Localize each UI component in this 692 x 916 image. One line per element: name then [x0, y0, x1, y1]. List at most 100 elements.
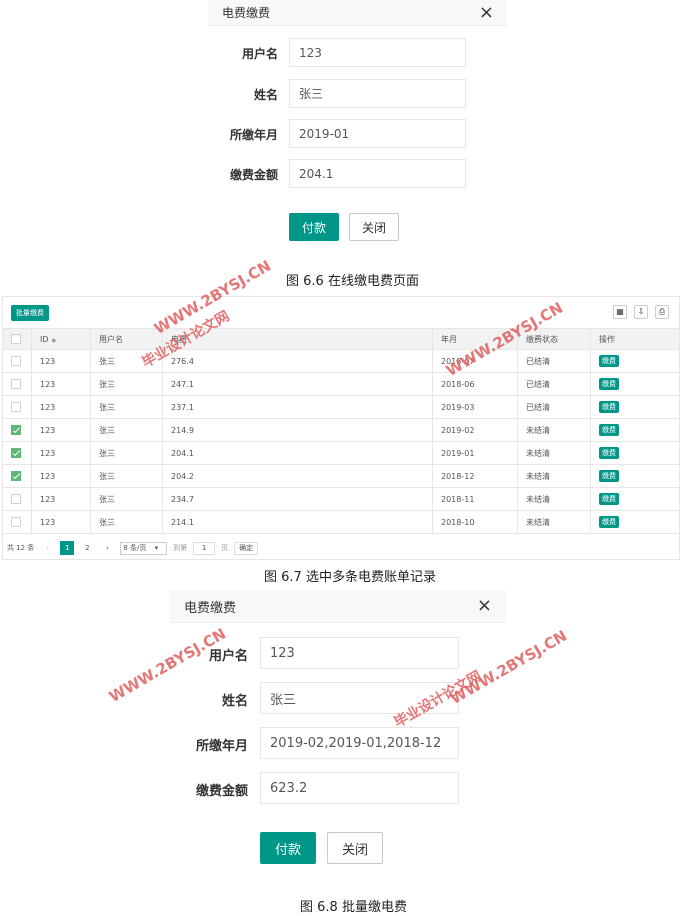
- select-cell[interactable]: [3, 464, 32, 488]
- header-action: 操作: [590, 329, 679, 350]
- month-label: 所缴年月: [195, 739, 248, 754]
- table-row[interactable]: 123 张三 237.1 2019-03 已结清 缴费: [3, 395, 679, 419]
- action-cell[interactable]: 缴费: [590, 487, 679, 511]
- action-cell[interactable]: 缴费: [590, 464, 679, 488]
- page-2-button[interactable]: 2: [80, 541, 94, 555]
- columns-icon[interactable]: ▦: [613, 305, 627, 319]
- table-row[interactable]: 123 张三 204.2 2018-12 未结清 缴费: [3, 464, 679, 488]
- table-row[interactable]: 123 张三 234.7 2018-11 未结清 缴费: [3, 487, 679, 511]
- checkbox-icon[interactable]: [11, 334, 21, 344]
- header-id[interactable]: ID ◆: [31, 329, 91, 350]
- close-button[interactable]: 关闭: [327, 832, 383, 864]
- month-field[interactable]: 2019-01: [289, 119, 466, 148]
- row-pay-button[interactable]: 缴费: [599, 355, 619, 367]
- action-cell[interactable]: 缴费: [590, 372, 679, 396]
- action-cell[interactable]: 缴费: [590, 510, 679, 534]
- fee-cell: 214.9: [162, 418, 433, 442]
- checkbox-icon[interactable]: [11, 379, 21, 389]
- dialog-title: 电费缴费: [184, 600, 237, 616]
- batch-pay-button[interactable]: 批量缴费: [11, 305, 49, 321]
- checkbox-icon[interactable]: [11, 494, 21, 504]
- name-field[interactable]: 张三: [260, 682, 459, 714]
- checkbox-checked-icon[interactable]: [11, 471, 21, 481]
- month-cell: 2018-06: [432, 372, 518, 396]
- username-field[interactable]: 123: [289, 38, 466, 67]
- header-month: 年月: [432, 329, 518, 350]
- month-label: 所缴年月: [229, 128, 278, 142]
- close-icon[interactable]: ×: [479, 3, 494, 22]
- username-field[interactable]: 123: [260, 637, 459, 669]
- page-size-value: 8 条/页: [123, 543, 147, 552]
- table-row[interactable]: 123 张三 247.1 2018-06 已结清 缴费: [3, 372, 679, 396]
- row-pay-button[interactable]: 缴费: [599, 424, 619, 436]
- header-id-label: ID: [40, 334, 49, 344]
- row-pay-button[interactable]: 缴费: [599, 493, 619, 505]
- header-fee: 电费: [162, 329, 433, 350]
- action-cell[interactable]: 缴费: [590, 349, 679, 373]
- export-icon[interactable]: ⇩: [634, 305, 648, 319]
- figure-caption-6-6: 图 6.6 在线缴电费页面: [286, 274, 419, 289]
- fee-cell: 204.1: [162, 441, 433, 465]
- row-pay-button[interactable]: 缴费: [599, 378, 619, 390]
- watermark-url: WWW.2BYSJ.CN: [447, 626, 571, 708]
- checkbox-icon[interactable]: [11, 402, 21, 412]
- amount-field[interactable]: 204.1: [289, 159, 466, 188]
- row-pay-button[interactable]: 缴费: [599, 516, 619, 528]
- figure-caption-6-7: 图 6.7 选中多条电费账单记录: [264, 570, 436, 585]
- close-button[interactable]: 关闭: [349, 213, 399, 241]
- pay-button[interactable]: 付款: [260, 832, 316, 864]
- amount-field[interactable]: 623.2: [260, 772, 459, 804]
- goto-label: 到第: [173, 544, 188, 552]
- checkbox-icon[interactable]: [11, 517, 21, 527]
- name-label: 姓名: [221, 694, 248, 709]
- table-row[interactable]: 123 张三 214.9 2019-02 未结清 缴费: [3, 418, 679, 442]
- table-row[interactable]: 123 张三 276.4 2018-07 已结清 缴费: [3, 349, 679, 373]
- status-cell: 已结清: [517, 372, 591, 396]
- select-cell[interactable]: [3, 372, 32, 396]
- figure-caption-6-8: 图 6.8 批量缴电费: [300, 900, 407, 915]
- amount-label: 缴费金额: [195, 784, 248, 799]
- username-cell: 张三: [90, 418, 163, 442]
- status-cell: 未结清: [517, 487, 591, 511]
- select-cell[interactable]: [3, 418, 32, 442]
- checkbox-icon[interactable]: [11, 356, 21, 366]
- table-row[interactable]: 123 张三 214.1 2018-10 未结清 缴费: [3, 510, 679, 534]
- prev-page-button[interactable]: ‹: [40, 541, 54, 555]
- action-cell[interactable]: 缴费: [590, 418, 679, 442]
- row-pay-button[interactable]: 缴费: [599, 401, 619, 413]
- status-cell: 未结清: [517, 510, 591, 534]
- username-cell: 张三: [90, 395, 163, 419]
- row-pay-button[interactable]: 缴费: [599, 470, 619, 482]
- page-1-button[interactable]: 1: [60, 541, 75, 555]
- goto-confirm-button[interactable]: 确定: [234, 541, 259, 555]
- amount-label: 缴费金额: [229, 168, 278, 182]
- username-cell: 张三: [90, 441, 163, 465]
- close-icon[interactable]: ×: [477, 597, 492, 615]
- checkbox-checked-icon[interactable]: [11, 448, 21, 458]
- chevron-down-icon: ▾: [154, 543, 159, 552]
- table-row[interactable]: 123 张三 204.1 2019-01 未结清 缴费: [3, 441, 679, 465]
- id-cell: 123: [31, 441, 91, 465]
- action-cell[interactable]: 缴费: [590, 395, 679, 419]
- select-cell[interactable]: [3, 487, 32, 511]
- month-cell: 2018-07: [432, 349, 518, 373]
- month-field[interactable]: 2019-02,2019-01,2018-12: [260, 727, 459, 759]
- row-pay-button[interactable]: 缴费: [599, 447, 619, 459]
- sort-icon[interactable]: ◆: [52, 337, 57, 344]
- name-field[interactable]: 张三: [289, 79, 466, 108]
- action-cell[interactable]: 缴费: [590, 441, 679, 465]
- select-cell[interactable]: [3, 441, 32, 465]
- next-page-button[interactable]: ›: [100, 541, 114, 555]
- id-cell: 123: [31, 372, 91, 396]
- username-cell: 张三: [90, 349, 163, 373]
- print-icon[interactable]: ⎙: [655, 305, 669, 319]
- goto-page-input[interactable]: 1: [193, 541, 216, 555]
- month-cell: 2019-01: [432, 441, 518, 465]
- select-cell[interactable]: [3, 349, 32, 373]
- page-size-select[interactable]: 8 条/页 ▾: [120, 541, 168, 555]
- checkbox-checked-icon[interactable]: [11, 425, 21, 435]
- select-cell[interactable]: [3, 510, 32, 534]
- select-cell[interactable]: [3, 395, 32, 419]
- pay-button[interactable]: 付款: [289, 213, 339, 241]
- header-select-all[interactable]: [3, 329, 32, 350]
